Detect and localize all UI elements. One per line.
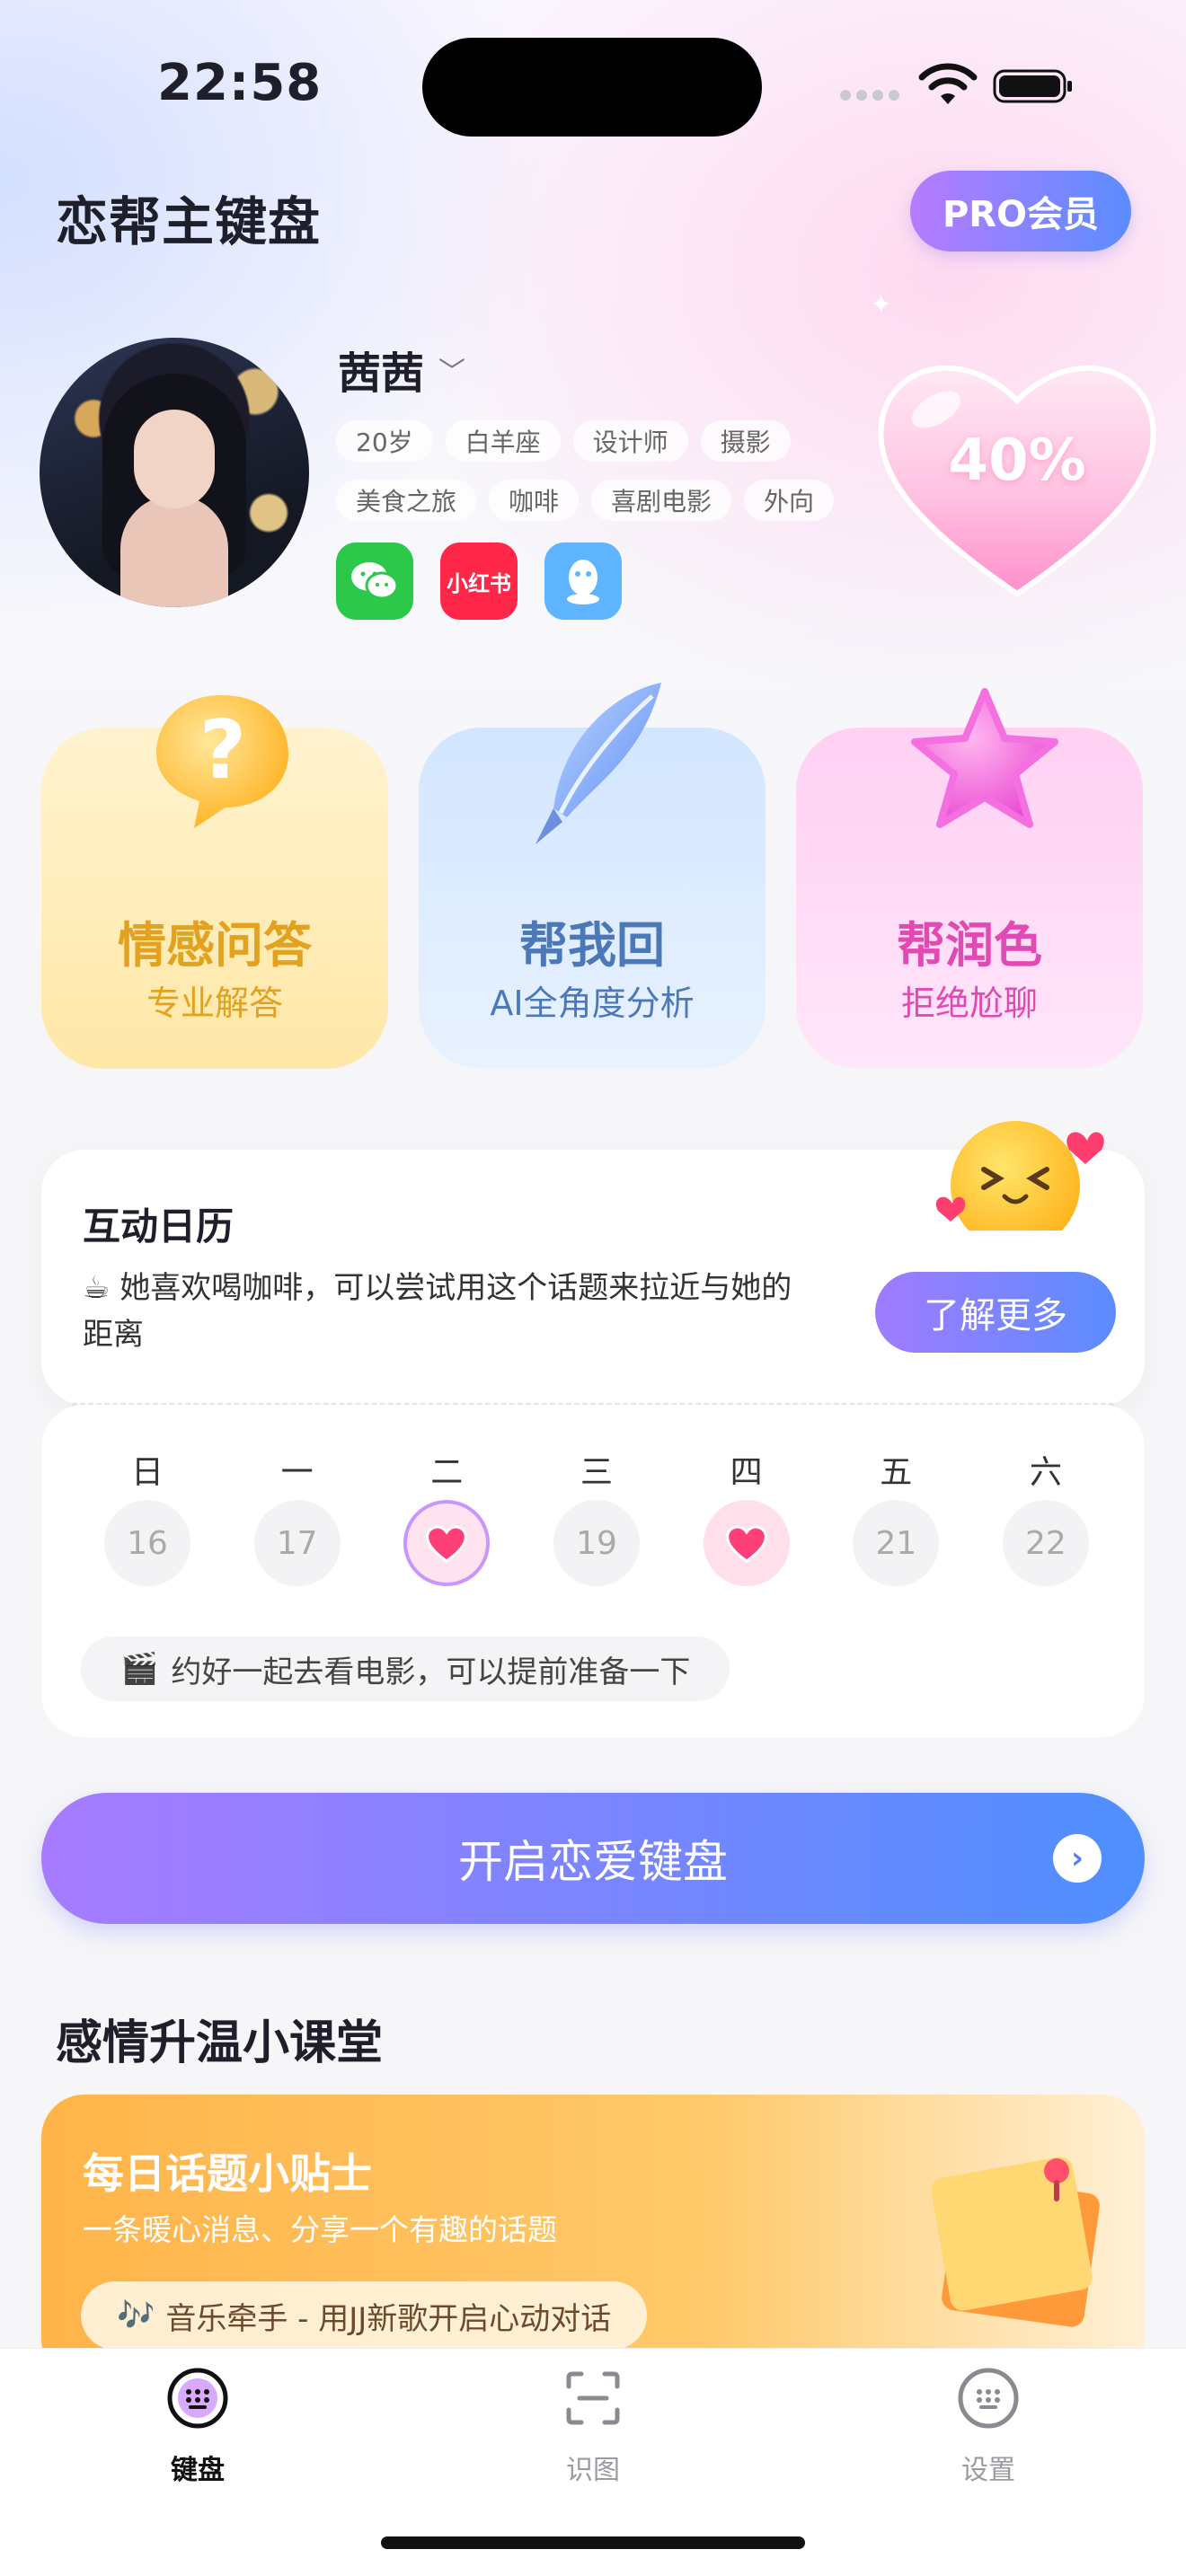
profile-tag: 外向 — [744, 480, 835, 521]
weekday-label: 五 — [880, 1454, 913, 1491]
feature-title: 帮润色 — [897, 917, 1042, 974]
calendar-tip: ☕ 她喜欢喝咖啡，可以尝试用这个话题来拉近与她的距离 — [83, 1265, 819, 1358]
weekday-label: 一 — [280, 1454, 314, 1491]
calendar-tip-text: 她喜欢喝咖啡，可以尝试用这个话题来拉近与她的距离 — [83, 1270, 792, 1353]
dynamic-island — [422, 38, 762, 137]
star-icon — [911, 688, 1058, 828]
feature-title: 情感问答 — [118, 917, 312, 974]
day-number: 22 — [1002, 1500, 1089, 1586]
feature-card-help-reply[interactable]: 帮我回 AI全角度分析 — [419, 683, 766, 1069]
topic-chip-text: 音乐牵手 - 用JJ新歌开启心动对话 — [165, 2300, 612, 2337]
profile-tag: 设计师 — [572, 420, 688, 462]
feature-title: 帮我回 — [519, 917, 665, 974]
chevron-down-icon: ﹀ — [438, 357, 466, 388]
calendar-day[interactable]: 六 22 — [1001, 1446, 1091, 1586]
question-bubble-icon: ? — [156, 695, 288, 828]
calendar-title: 互动日历 — [83, 1204, 235, 1248]
app-title: 恋帮主键盘 — [56, 191, 322, 252]
battery-icon — [993, 69, 1072, 103]
day-number: 17 — [253, 1500, 341, 1586]
topic-chip[interactable]: 🎶 音乐牵手 - 用JJ新歌开启心动对话 — [81, 2281, 648, 2350]
home-indicator[interactable] — [381, 2536, 805, 2549]
feature-subtitle: AI全角度分析 — [490, 984, 695, 1023]
calendar-event[interactable]: 🎬 约好一起去看电影，可以提前准备一下 — [81, 1636, 730, 1701]
settings-icon — [958, 2368, 1019, 2429]
profile-tag: 咖啡 — [489, 480, 580, 521]
weekday-label: 三 — [580, 1454, 613, 1491]
profile-name: 茜茜 — [338, 348, 425, 399]
sparkle-icon: ✦ — [870, 289, 893, 321]
day-number: 19 — [553, 1500, 640, 1586]
xiaohongshu-icon[interactable]: 小红书 — [440, 543, 518, 620]
feature-card-emotion-qa[interactable]: ? 情感问答 专业解答 — [41, 695, 388, 1069]
start-love-keyboard-button[interactable]: 开启恋爱键盘 › — [41, 1793, 1145, 1924]
wechat-icon[interactable] — [336, 543, 413, 620]
calendar-day-selected[interactable]: 二 — [402, 1446, 491, 1586]
sticky-note-icon — [931, 2157, 1100, 2327]
weekday-label: 日 — [130, 1454, 164, 1491]
status-time: 22:58 — [157, 54, 323, 112]
profile-tag: 喜剧电影 — [591, 480, 732, 521]
topic-title: 每日话题小贴士 — [83, 2149, 372, 2198]
quill-feather-icon — [535, 683, 661, 844]
music-notes-icon: 🎶 — [117, 2298, 155, 2333]
chevron-right-icon: › — [1053, 1834, 1102, 1883]
week-calendar: 日 16 一 17 二 三 19 四 五 21 六 22 🎬 约好一起去看电影，… — [41, 1405, 1145, 1737]
profile-name-selector[interactable]: 茜茜 ﹀ — [338, 338, 465, 401]
smiling-hearts-emoji-icon — [935, 1121, 1104, 1231]
profile-tag: 美食之旅 — [336, 480, 477, 521]
calendar-event-text: 约好一起去看电影，可以提前准备一下 — [171, 1654, 691, 1690]
tab-settings[interactable]: 设置 — [898, 2367, 1078, 2487]
svg-text:?: ? — [199, 703, 246, 798]
coffee-icon: ☕ — [83, 1270, 111, 1306]
weekday-label: 四 — [730, 1454, 763, 1491]
learn-more-button[interactable]: 了解更多 — [875, 1272, 1116, 1353]
feature-subtitle: 专业解答 — [146, 984, 283, 1023]
weekday-label: 二 — [430, 1454, 464, 1491]
tab-label: 识图 — [566, 2455, 620, 2486]
tab-scan[interactable]: 识图 — [503, 2367, 683, 2487]
profile-tag: 白羊座 — [445, 420, 561, 462]
profile-tags: 20岁 白羊座 设计师 摄影 美食之旅 咖啡 喜剧电影 外向 — [336, 420, 857, 539]
daily-topic-card[interactable]: 每日话题小贴士 一条暖心消息、分享一个有趣的话题 🎶 音乐牵手 - 用JJ新歌开… — [41, 2095, 1145, 2382]
weekday-label: 六 — [1029, 1454, 1062, 1491]
cellular-signal-icon — [840, 90, 899, 101]
calendar-day[interactable]: 一 17 — [252, 1446, 342, 1586]
week-days: 日 16 一 17 二 三 19 四 五 21 六 22 — [102, 1446, 1091, 1586]
clapperboard-icon: 🎬 — [120, 1651, 159, 1687]
calendar-day[interactable]: 日 16 — [102, 1446, 192, 1586]
tab-label: 键盘 — [171, 2455, 225, 2486]
scan-icon — [566, 2371, 620, 2425]
affinity-percent: 40% — [948, 428, 1086, 494]
section-title: 感情升温小课堂 — [56, 2016, 384, 2070]
topic-subtitle: 一条暖心消息、分享一个有趣的话题 — [83, 2212, 557, 2247]
profile-tag: 20岁 — [336, 420, 433, 462]
status-bar: 22:58 — [0, 0, 1186, 162]
heart-icon — [403, 1500, 491, 1586]
start-button-label: 开启恋爱键盘 — [458, 1836, 728, 1888]
affinity-heart: 40% — [864, 338, 1170, 607]
app-screen: 22:58 恋帮主键盘 PRO会员 茜茜 ﹀ 20岁 白羊座 设计师 摄影 美食… — [0, 0, 1186, 2576]
calendar-day[interactable]: 三 19 — [552, 1446, 642, 1586]
keyboard-icon — [167, 2368, 228, 2429]
calendar-day[interactable]: 五 21 — [851, 1446, 941, 1586]
pro-membership-button[interactable]: PRO会员 — [910, 171, 1131, 251]
profile-tag: 摄影 — [700, 420, 791, 462]
day-number: 16 — [104, 1500, 190, 1586]
avatar[interactable] — [40, 338, 309, 607]
social-links: 小红书 — [336, 543, 622, 620]
calendar-day-event[interactable]: 四 — [702, 1446, 792, 1586]
day-number: 21 — [853, 1500, 940, 1586]
qq-icon[interactable] — [544, 543, 622, 620]
feature-card-polish[interactable]: 帮润色 拒绝尬聊 — [796, 688, 1143, 1069]
tab-keyboard[interactable]: 键盘 — [108, 2367, 288, 2487]
wifi-icon — [918, 63, 978, 104]
feature-subtitle: 拒绝尬聊 — [900, 984, 1038, 1023]
heart-icon — [703, 1500, 790, 1586]
xiaohongshu-label: 小红书 — [447, 570, 511, 596]
tab-label: 设置 — [961, 2455, 1015, 2486]
